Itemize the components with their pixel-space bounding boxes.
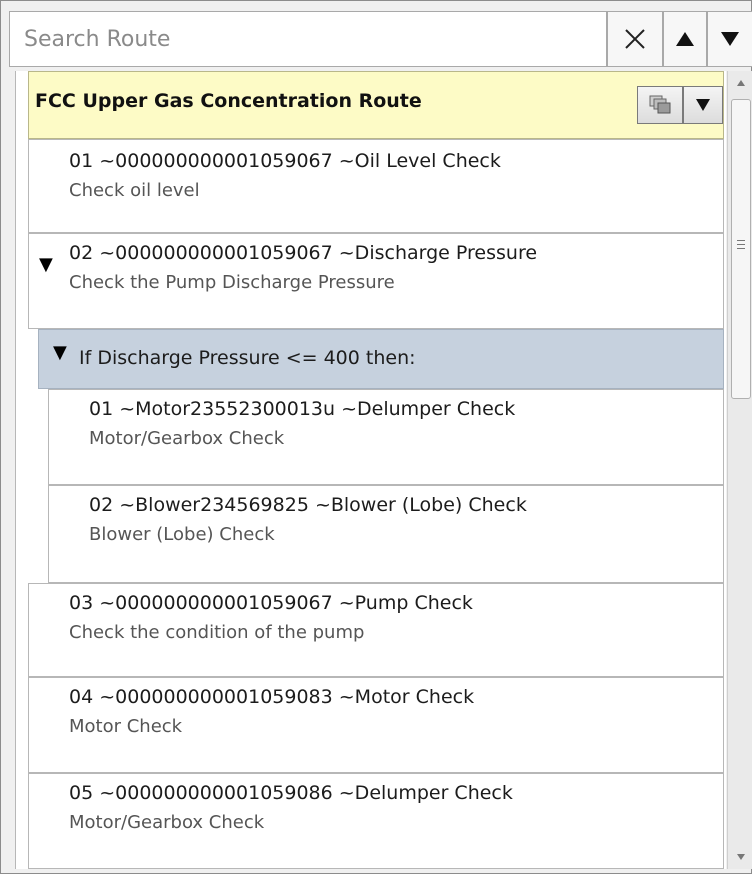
item-description: Motor Check [69, 716, 183, 737]
condition-label: If Discharge Pressure <= 400 then: [79, 347, 416, 369]
copy-icon [649, 95, 671, 114]
scroll-thumb[interactable] [731, 99, 751, 399]
clear-search-button[interactable] [607, 11, 663, 67]
item-title: 04 ~000000000001059083 ~Motor Check [69, 686, 475, 708]
close-icon [625, 29, 645, 49]
route-header[interactable]: FCC Upper Gas Concentration Route [28, 71, 724, 139]
item-description: Blower (Lobe) Check [89, 524, 275, 545]
scroll-up-icon [737, 80, 745, 86]
item-description: Check the Pump Discharge Pressure [69, 272, 395, 293]
item-title: 02 ~000000000001059067 ~Discharge Pressu… [69, 242, 538, 264]
triangle-up-icon [676, 32, 694, 46]
item-description: Check the condition of the pump [69, 622, 365, 643]
list-item[interactable]: ▼ 02 ~000000000001059067 ~Discharge Pres… [28, 233, 724, 329]
search-input[interactable] [10, 12, 606, 66]
next-result-button[interactable] [707, 11, 752, 67]
item-title: 05 ~000000000001059086 ~Delumper Check [69, 782, 513, 804]
expand-caret-icon[interactable]: ▼ [39, 254, 53, 275]
scroll-up-arrow[interactable] [728, 71, 752, 95]
search-box [9, 11, 607, 67]
item-title: 01 ~000000000001059067 ~Oil Level Check [69, 150, 501, 172]
item-title: 01 ~Motor23552300013u ~Delumper Check [89, 398, 516, 420]
scroll-down-icon [737, 854, 745, 860]
triangle-down-icon [696, 99, 710, 111]
list-item[interactable]: 01 ~000000000001059067 ~Oil Level Check … [28, 139, 724, 233]
list-item[interactable]: 03 ~000000000001059067 ~Pump Check Check… [28, 583, 724, 677]
copy-route-button[interactable] [637, 86, 683, 124]
item-description: Motor/Gearbox Check [89, 428, 285, 449]
previous-result-button[interactable] [663, 11, 707, 67]
scroll-down-arrow[interactable] [728, 845, 752, 869]
vertical-scrollbar[interactable] [727, 71, 752, 869]
item-title: 02 ~Blower234569825 ~Blower (Lobe) Check [89, 494, 527, 516]
condition-header[interactable]: ▼ If Discharge Pressure <= 400 then: [38, 329, 724, 389]
route-panel: FCC Upper Gas Concentration Route 01 ~00… [0, 0, 752, 874]
grip-icon [737, 240, 745, 252]
route-menu-button[interactable] [683, 86, 723, 124]
route-list: FCC Upper Gas Concentration Route 01 ~00… [15, 71, 726, 869]
triangle-down-icon [721, 32, 739, 46]
list-item[interactable]: 04 ~000000000001059083 ~Motor Check Moto… [28, 677, 724, 773]
list-item[interactable]: 01 ~Motor23552300013u ~Delumper Check Mo… [48, 389, 724, 485]
list-item[interactable]: 05 ~000000000001059086 ~Delumper Check M… [28, 773, 724, 869]
item-title: 03 ~000000000001059067 ~Pump Check [69, 592, 473, 614]
item-description: Check oil level [69, 180, 200, 201]
list-item[interactable]: 02 ~Blower234569825 ~Blower (Lobe) Check… [48, 485, 724, 583]
route-title: FCC Upper Gas Concentration Route [35, 90, 422, 112]
expand-caret-icon[interactable]: ▼ [53, 342, 67, 363]
item-description: Motor/Gearbox Check [69, 812, 265, 833]
